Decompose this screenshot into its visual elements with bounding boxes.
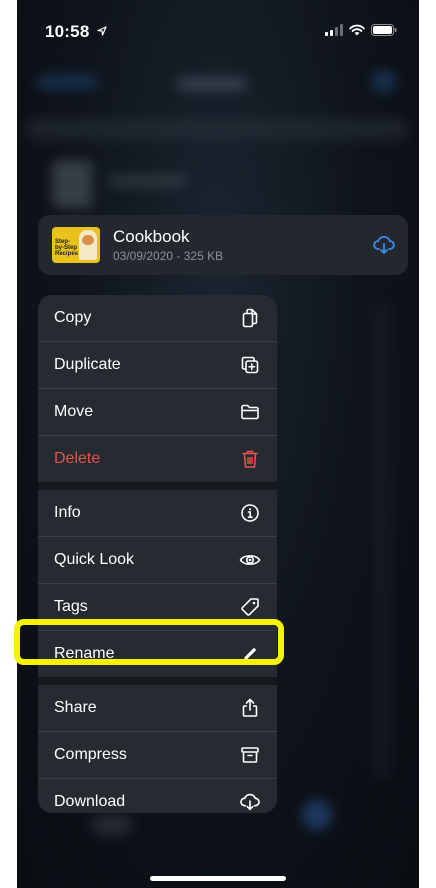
- menu-item-info[interactable]: Info: [38, 490, 277, 536]
- duplicate-icon: [239, 354, 261, 376]
- menu-item-delete[interactable]: Delete: [38, 436, 277, 482]
- rename-highlight-annotation: [14, 619, 284, 665]
- menu-item-label: Duplicate: [54, 356, 121, 373]
- menu-item-label: Copy: [54, 309, 92, 326]
- file-preview-card[interactable]: Step-by-Step Recipes Cookbook 03/09/2020…: [38, 215, 408, 275]
- eye-icon: [239, 549, 261, 571]
- status-time: 10:58: [45, 22, 108, 42]
- folder-icon: [239, 401, 261, 423]
- thumbnail-face: [82, 235, 94, 245]
- cellular-signal-icon: [325, 24, 343, 36]
- copy-icon: [239, 307, 261, 329]
- menu-item-download[interactable]: Download: [38, 779, 277, 813]
- blurred-text: [107, 176, 187, 186]
- menu-item-quick-look[interactable]: Quick Look: [38, 537, 277, 583]
- blurred-index: [372, 300, 392, 780]
- phone-screen: 10:58 Step-by-Step Recipes Cookbook 03/0…: [17, 0, 419, 888]
- file-name: Cookbook: [113, 227, 190, 246]
- trash-icon: [239, 448, 261, 470]
- file-thumbnail: Step-by-Step Recipes: [52, 227, 100, 263]
- menu-item-label: Share: [54, 699, 97, 716]
- menu-item-move[interactable]: Move: [38, 389, 277, 435]
- menu-item-label: Tags: [54, 598, 88, 615]
- blurred-action: [372, 70, 396, 94]
- context-menu: Copy Duplicate Move Delete Info Quick Lo…: [38, 295, 277, 813]
- menu-item-duplicate[interactable]: Duplicate: [38, 342, 277, 388]
- blurred-tab-active: [302, 800, 332, 830]
- blurred-back-button: [37, 75, 97, 89]
- archive-icon: [239, 744, 261, 766]
- thumbnail-caption: Step-by-Step Recipes: [55, 239, 79, 257]
- status-bar: 10:58: [17, 0, 419, 60]
- share-icon: [239, 697, 261, 719]
- blurred-thumbnail: [52, 160, 92, 208]
- menu-item-label: Delete: [54, 450, 101, 467]
- home-indicator: [150, 876, 286, 881]
- blurred-tab: [92, 815, 132, 835]
- menu-item-share[interactable]: Share: [38, 685, 277, 731]
- menu-item-label: Download: [54, 793, 126, 810]
- file-meta: 03/09/2020 - 325 KB: [113, 249, 224, 263]
- blurred-search: [27, 118, 407, 140]
- menu-item-compress[interactable]: Compress: [38, 732, 277, 778]
- menu-item-copy[interactable]: Copy: [38, 295, 277, 341]
- menu-item-label: Info: [54, 504, 81, 521]
- status-icons: [325, 24, 397, 36]
- location-arrow-icon: [97, 26, 108, 36]
- menu-group-gap: [38, 482, 277, 490]
- cloud-download-icon[interactable]: [372, 233, 396, 257]
- menu-group-gap: [38, 677, 277, 685]
- blurred-title: [177, 78, 247, 90]
- menu-item-label: Compress: [54, 746, 127, 763]
- menu-item-label: Move: [54, 403, 94, 420]
- wifi-icon: [349, 24, 365, 36]
- battery-icon: [371, 24, 397, 36]
- menu-item-label: Quick Look: [54, 551, 135, 568]
- info-icon: [239, 502, 261, 524]
- cloud-download-icon: [239, 791, 261, 813]
- tag-icon: [239, 596, 261, 618]
